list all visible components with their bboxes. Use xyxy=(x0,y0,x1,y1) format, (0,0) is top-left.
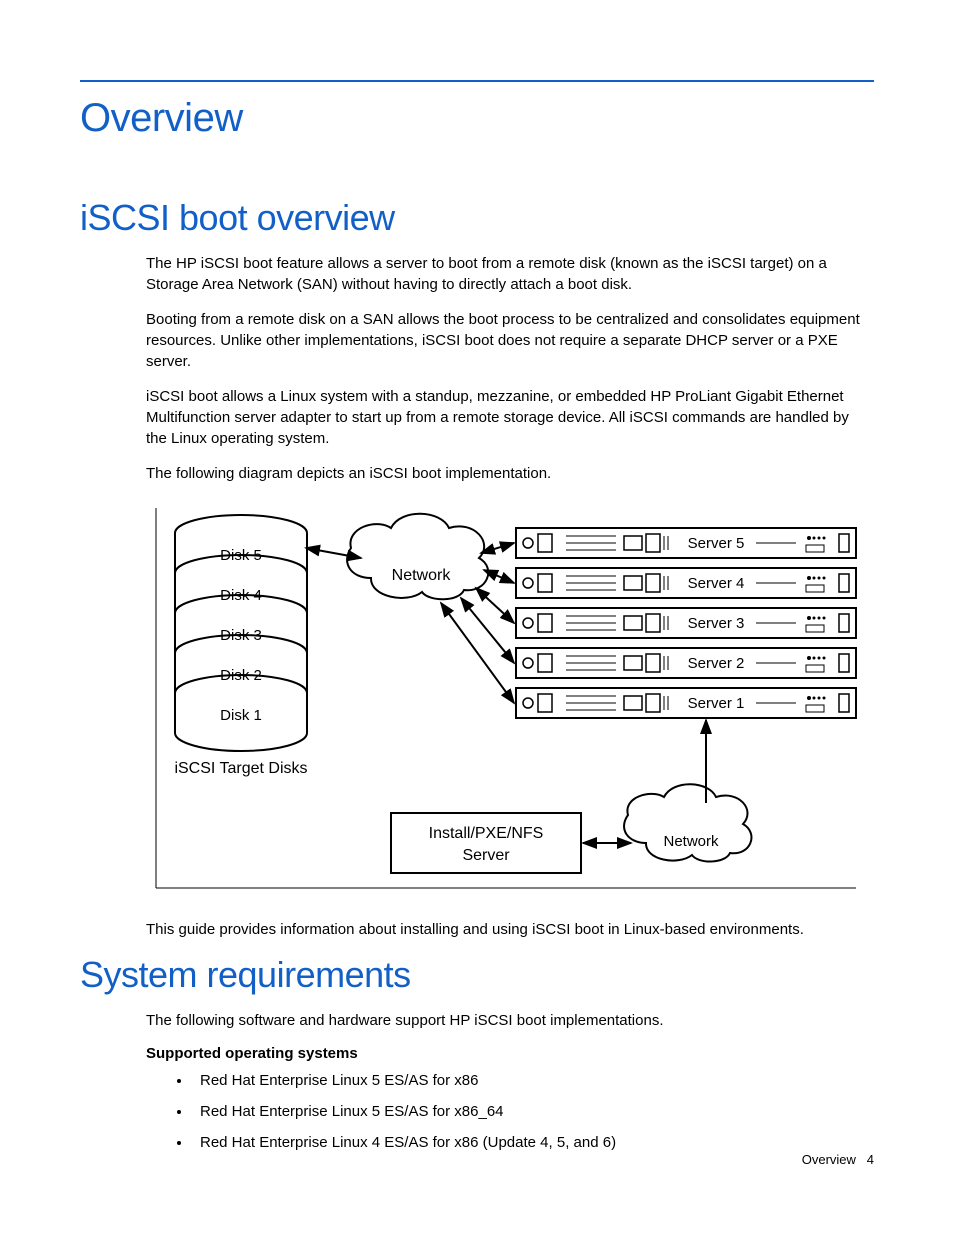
disk-label: Disk 4 xyxy=(220,587,262,604)
server-label: Server 1 xyxy=(688,695,745,712)
section-heading-iscsi: iSCSI boot overview xyxy=(80,197,874,239)
para: This guide provides information about in… xyxy=(146,919,870,940)
list-item: Red Hat Enterprise Linux 4 ES/AS for x86… xyxy=(192,1132,870,1153)
os-list: Red Hat Enterprise Linux 5 ES/AS for x86… xyxy=(146,1070,870,1153)
disks-caption: iSCSI Target Disks xyxy=(174,760,307,777)
page-title: Overview xyxy=(80,96,874,141)
disk-label: Disk 1 xyxy=(220,707,262,724)
server-label: Server 3 xyxy=(688,615,745,632)
disk-stack: Disk 5 Disk 4 Disk 3 xyxy=(175,515,307,751)
install-box xyxy=(391,813,581,873)
section-heading-sysreq: System requirements xyxy=(80,954,874,996)
network-top-label: Network xyxy=(392,567,452,584)
top-rule xyxy=(80,80,874,82)
para: iSCSI boot allows a Linux system with a … xyxy=(146,386,870,449)
disk-label: Disk 3 xyxy=(220,627,262,644)
list-item: Red Hat Enterprise Linux 5 ES/AS for x86 xyxy=(192,1070,870,1091)
server-label: Server 5 xyxy=(688,535,745,552)
server-rack: Server 5 xyxy=(516,528,856,718)
network-bottom-label: Network xyxy=(663,833,719,850)
server-label: Server 4 xyxy=(688,575,745,592)
iscsi-diagram: Disk 5 Disk 4 Disk 3 xyxy=(146,498,870,903)
footer-section: Overview xyxy=(802,1152,856,1167)
footer-page: 4 xyxy=(867,1152,874,1167)
server-label: Server 2 xyxy=(688,655,745,672)
server-row: Server 5 xyxy=(516,528,856,558)
page-footer: Overview 4 xyxy=(802,1152,874,1167)
server-row: Server 1 xyxy=(516,688,856,718)
disk-label: Disk 2 xyxy=(220,667,262,684)
disk-label: Disk 5 xyxy=(220,547,262,564)
para: The HP iSCSI boot feature allows a serve… xyxy=(146,253,870,295)
para: Booting from a remote disk on a SAN allo… xyxy=(146,309,870,372)
server-row: Server 2 xyxy=(516,648,856,678)
install-label2: Server xyxy=(462,847,510,864)
para: The following software and hardware supp… xyxy=(146,1010,870,1031)
list-item: Red Hat Enterprise Linux 5 ES/AS for x86… xyxy=(192,1101,870,1122)
server-row: Server 3 xyxy=(516,608,856,638)
subheading: Supported operating systems xyxy=(146,1045,870,1062)
server-row: Server 4 xyxy=(516,568,856,598)
cloud-icon xyxy=(347,514,488,600)
para: The following diagram depicts an iSCSI b… xyxy=(146,463,870,484)
install-label1: Install/PXE/NFS xyxy=(429,825,544,842)
